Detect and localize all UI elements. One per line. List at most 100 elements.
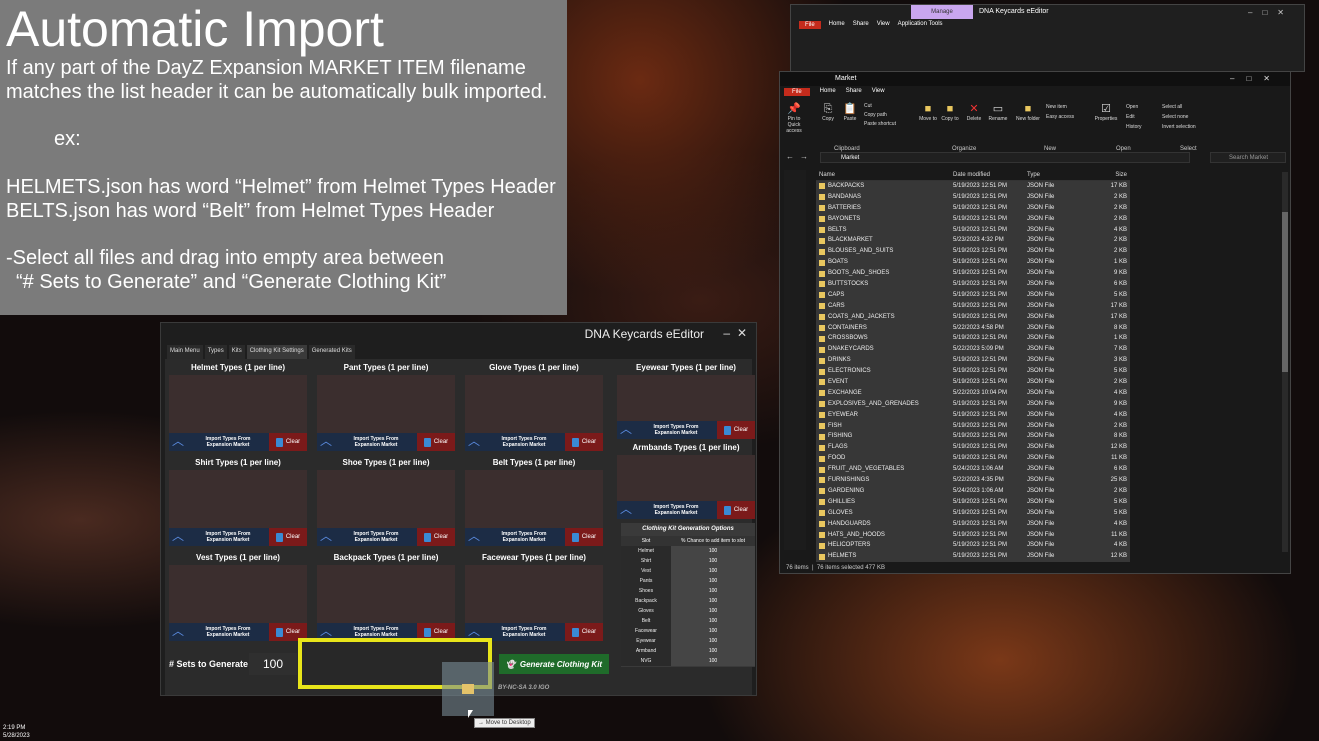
pin-button[interactable]: 📌 Pin to Quick access [782, 102, 806, 134]
clear-button[interactable]: Clear [417, 528, 455, 546]
chance-input[interactable]: 100 [671, 596, 755, 606]
clear-button[interactable]: Clear [717, 421, 755, 439]
belt-types-textarea[interactable] [465, 470, 603, 528]
import-types-button[interactable]: ︿ Import Types From Expansion Market [169, 528, 269, 546]
file-row[interactable]: DRINKS 5/19/2023 12:51 PM JSON File 3 KB [816, 355, 1130, 367]
close-button[interactable]: ✕ [737, 326, 747, 340]
file-row[interactable]: HELICOPTERS 5/19/2023 12:51 PM JSON File 4 … [816, 540, 1130, 552]
paste-button[interactable]: 📋 Paste [838, 102, 862, 122]
file-row[interactable]: FISHING 5/19/2023 12:51 PM JSON File 8 KB [816, 431, 1130, 443]
chance-input[interactable]: 100 [671, 556, 755, 566]
ribbon-tab-view[interactable]: View [872, 88, 885, 96]
select-all-button[interactable]: Select all [1162, 102, 1196, 112]
new-item-button[interactable]: New item [1046, 102, 1074, 112]
copy-to-button[interactable]: ■ Copy to [938, 102, 962, 122]
file-row[interactable]: BAYONETS 5/19/2023 12:51 PM JSON File 2 KB [816, 213, 1130, 225]
move-to-button[interactable]: ■ Move to [916, 102, 940, 122]
new-folder-button[interactable]: ■ New folder [1016, 102, 1040, 122]
file-row[interactable]: FURNISHINGS 5/22/2023 4:35 PM JSON File 25 … [816, 475, 1130, 486]
file-row[interactable]: HELMETS 5/19/2023 12:51 PM JSON File 12 KB [816, 551, 1130, 563]
chance-input[interactable]: 100 [671, 616, 755, 626]
clear-button[interactable]: Clear [565, 528, 603, 546]
easy-access-button[interactable]: Easy access [1046, 112, 1074, 122]
clear-button[interactable]: Clear [417, 433, 455, 451]
clear-button[interactable]: Clear [269, 528, 307, 546]
backpack-types-textarea[interactable] [317, 565, 455, 623]
open-button[interactable]: Open [1126, 102, 1142, 112]
column-size[interactable]: Size [1089, 170, 1127, 180]
import-types-button[interactable]: ︿ Import Types From Expansion Market [465, 433, 565, 451]
file-row[interactable]: CROSSBOWS 5/19/2023 12:51 PM JSON File 1 KB [816, 333, 1130, 345]
tab-main-menu[interactable]: Main Menu [167, 345, 203, 359]
shirt-types-textarea[interactable] [169, 470, 307, 528]
scrollbar[interactable] [1282, 172, 1288, 552]
file-row[interactable]: HANDGUARDS 5/19/2023 12:51 PM JSON File 4 K… [816, 518, 1130, 530]
file-row[interactable]: BOATS 5/19/2023 12:51 PM JSON File 1 KB [816, 257, 1130, 269]
rename-button[interactable]: ▭ Rename [986, 102, 1010, 122]
file-row[interactable]: CARS 5/19/2023 12:51 PM JSON File 17 KB [816, 300, 1130, 312]
eyewear-types-textarea[interactable] [617, 375, 755, 421]
file-row[interactable]: BUTTSTOCKS 5/19/2023 12:51 PM JSON File 6 K… [816, 279, 1130, 290]
ribbon-tab[interactable]: File [799, 21, 821, 29]
address-bar[interactable]: Market [820, 152, 1190, 163]
search-input[interactable]: Search Market [1210, 152, 1286, 163]
file-row[interactable]: BOOTS_AND_SHOES 5/19/2023 12:51 PM JSON Fi… [816, 268, 1130, 280]
edit-button[interactable]: Edit [1126, 112, 1142, 122]
file-row[interactable]: GHILLIES 5/19/2023 12:51 PM JSON File 5 KB [816, 496, 1130, 508]
import-types-button[interactable]: ︿ Import Types From Expansion Market [169, 433, 269, 451]
copy-button[interactable]: ⎘ Copy [816, 102, 840, 122]
delete-button[interactable]: ✕ Delete [962, 102, 986, 122]
import-types-button[interactable]: ︿ Import Types From Expansion Market [465, 528, 565, 546]
vest-types-textarea[interactable] [169, 565, 307, 623]
tab-clothing-kit-settings[interactable]: Clothing Kit Settings [246, 345, 307, 359]
navigation-pane[interactable] [784, 170, 806, 550]
clear-button[interactable]: Clear [565, 623, 603, 641]
invert-selection-button[interactable]: Invert selection [1162, 122, 1196, 132]
import-types-button[interactable]: ︿ Import Types From Expansion Market [617, 501, 717, 519]
file-row[interactable]: GARDENING 5/24/2023 1:06 AM JSON File 2 KB [816, 485, 1130, 497]
sets-input[interactable]: 100 [249, 653, 297, 675]
back-arrow-icon[interactable]: ← [786, 152, 794, 161]
file-row[interactable]: EVENT 5/19/2023 12:51 PM JSON File 2 KB [816, 377, 1130, 388]
file-row[interactable]: FLAGS 5/19/2023 12:51 PM JSON File 12 KB [816, 442, 1130, 454]
chance-input[interactable]: 100 [671, 566, 755, 576]
forward-arrow-icon[interactable]: → [800, 152, 808, 161]
minimize-button[interactable]: – [723, 326, 730, 340]
file-row[interactable]: FRUIT_AND_VEGETABLES 5/24/2023 1:06 AM JSO… [816, 464, 1130, 476]
copy-path-button[interactable]: Copy path [864, 111, 896, 120]
chance-input[interactable]: 100 [671, 606, 755, 616]
properties-button[interactable]: ☑ Properties [1094, 102, 1118, 122]
file-row[interactable]: FOOD 5/19/2023 12:51 PM JSON File 11 KB [816, 453, 1130, 465]
clear-button[interactable]: Clear [717, 501, 755, 519]
file-row[interactable]: COATS_AND_JACKETS 5/19/2023 12:51 PM JSON … [816, 311, 1130, 323]
chance-input[interactable]: 100 [671, 656, 755, 666]
pant-types-textarea[interactable] [317, 375, 455, 433]
file-row[interactable]: BELTS 5/19/2023 12:51 PM JSON File 4 KB [816, 224, 1130, 236]
file-row[interactable]: CONTAINERS 5/22/2023 4:58 PM JSON File 8 KB [816, 322, 1130, 334]
file-row[interactable]: BANDANAS 5/19/2023 12:51 PM JSON File 2 KB [816, 191, 1130, 203]
chance-input[interactable]: 100 [671, 646, 755, 656]
file-row[interactable]: EXCHANGE 5/22/2023 10:04 PM JSON File 4 KB [816, 387, 1130, 399]
chance-input[interactable]: 100 [671, 576, 755, 586]
tab-kits[interactable]: Kits [228, 345, 245, 359]
chance-input[interactable]: 100 [671, 546, 755, 556]
tab-types[interactable]: Types [204, 345, 227, 359]
file-row[interactable]: BLACKMARKET 5/23/2023 4:32 PM JSON File 2 K… [816, 235, 1130, 247]
shoe-types-textarea[interactable] [317, 470, 455, 528]
ribbon-tab-share[interactable]: Share [846, 88, 862, 96]
file-row[interactable]: ELECTRONICS 5/19/2023 12:51 PM JSON File 5 … [816, 366, 1130, 378]
column-date[interactable]: Date modified [953, 170, 1027, 180]
cut-button[interactable]: Cut [864, 102, 896, 111]
chance-input[interactable]: 100 [671, 626, 755, 636]
ribbon-tab-home[interactable]: Home [820, 88, 836, 96]
helmet-types-textarea[interactable] [169, 375, 307, 433]
file-row[interactable]: BATTERIES 5/19/2023 12:51 PM JSON File 2 KB [816, 202, 1130, 214]
tab-generated-kits[interactable]: Generated Kits [308, 345, 355, 359]
explorer-window-back[interactable]: Manage DNA Keycards eEditor File Home Sh… [790, 4, 1305, 72]
column-type[interactable]: Type [1027, 170, 1089, 180]
file-row[interactable]: FISH 5/19/2023 12:51 PM JSON File 2 KB [816, 420, 1130, 432]
ribbon-tab-file[interactable]: File [784, 88, 810, 96]
import-types-button[interactable]: ︿ Import Types From Expansion Market [317, 433, 417, 451]
file-row[interactable]: BACKPACKS 5/19/2023 12:51 PM JSON File 17 K… [816, 181, 1130, 192]
file-row[interactable]: GLOVES 5/19/2023 12:51 PM JSON File 5 KB [816, 507, 1130, 519]
